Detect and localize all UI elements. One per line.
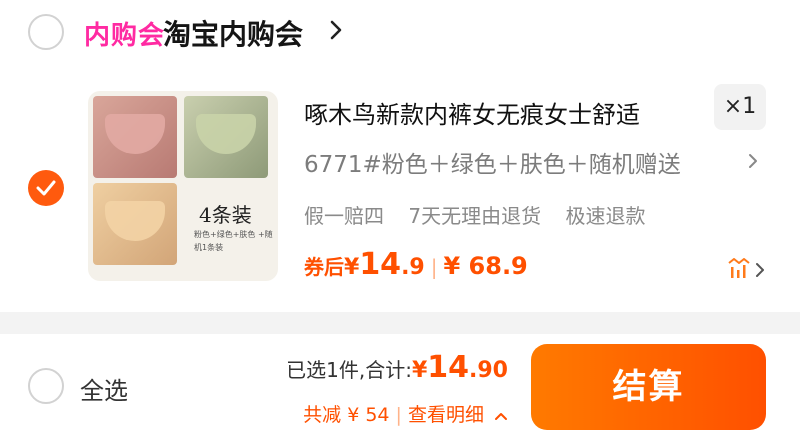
savings-row[interactable]: 共减 ¥ 54 | 查看明细 [303, 400, 508, 427]
chevron-up-icon[interactable] [494, 411, 508, 421]
total-currency: ¥ [411, 358, 428, 383]
chevron-right-icon[interactable] [330, 20, 342, 40]
quantity-selector[interactable]: ×1 [714, 84, 766, 130]
thumbnail-pink-panty [93, 96, 177, 178]
coupon-price-currency: ¥ [344, 255, 360, 280]
pack-subtitle: 粉色+绿色+肤色 +随机1条装 [194, 230, 273, 252]
total-dec: .90 [469, 358, 508, 383]
check-icon [36, 180, 56, 196]
shop-name-link[interactable]: 淘宝内购会 [163, 13, 303, 53]
total-label: 合计: [365, 358, 412, 382]
coupon-price-int: 14 [359, 247, 402, 282]
service-tags: 假一赔四 7天无理由退货 极速退款 [304, 200, 663, 229]
checkout-button[interactable]: 结算 [531, 344, 766, 430]
item-select-checkbox[interactable] [28, 170, 64, 206]
product-thumbnail[interactable]: 4条装 粉色+绿色+肤色 +随机1条装 [88, 91, 278, 281]
chevron-right-icon[interactable] [748, 153, 758, 169]
cart-shop-card: 内购会 淘宝内购会 4条装 粉色+绿色+肤色 +随机1条装 啄木鸟新款内裤女无痕… [0, 0, 800, 312]
total-int: 14 [427, 350, 470, 385]
select-all-label[interactable]: 全选 [80, 371, 128, 406]
savings-divider: | [395, 404, 402, 426]
product-title[interactable]: 啄木鸟新款内裤女无痕女士舒适 [304, 95, 640, 130]
selected-count: 已选1件, [286, 358, 366, 382]
view-details-link[interactable]: 查看明细 [408, 404, 484, 426]
original-price: ¥ 68.9 [443, 252, 528, 280]
price-row: 券后¥14.9 | ¥ 68.9 [304, 247, 528, 282]
service-tag: 假一赔四 [304, 204, 384, 228]
total-summary: 已选1件,合计:¥14.90 [286, 350, 508, 385]
variant-selector[interactable]: 6771#粉色＋绿色＋肤色＋随机赠送 [304, 145, 681, 179]
shop-select-radio[interactable] [28, 14, 64, 50]
thumbnail-nude-panty [93, 183, 177, 265]
checkout-bar: 全选 已选1件,合计:¥14.90 共减 ¥ 54 | 查看明细 结算 [0, 334, 800, 444]
coupon-price-dec: .9 [401, 255, 425, 280]
price-trend-icon[interactable] [728, 258, 766, 280]
price-divider: | [430, 255, 438, 279]
service-tag: 极速退款 [565, 204, 646, 228]
select-all-radio[interactable] [28, 368, 64, 404]
coupon-label: 券后 [304, 255, 344, 279]
savings-text: 共减 ¥ 54 [303, 404, 390, 426]
pack-title: 4条装 [199, 203, 252, 227]
shop-badge: 内购会 [84, 21, 166, 51]
thumbnail-green-panty [184, 96, 268, 178]
service-tag: 7天无理由退货 [408, 204, 542, 228]
